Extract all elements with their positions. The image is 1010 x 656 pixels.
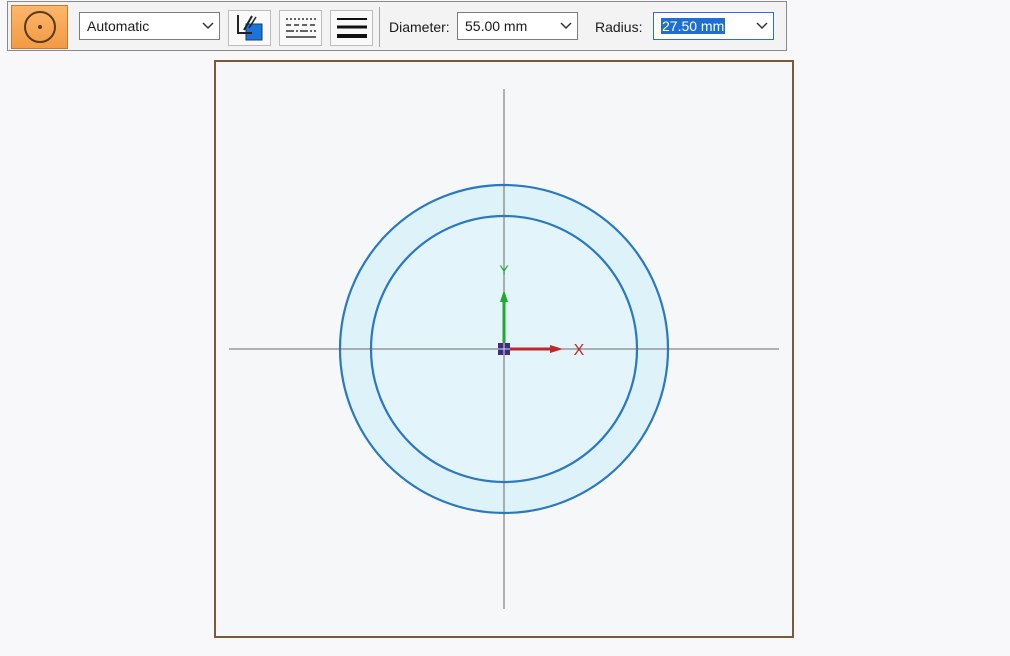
x-axis-label: X (574, 342, 585, 359)
y-axis-label: Y (499, 262, 509, 278)
origin-marker[interactable] (498, 343, 510, 355)
sketch-canvas[interactable]: Y X (0, 0, 1010, 656)
